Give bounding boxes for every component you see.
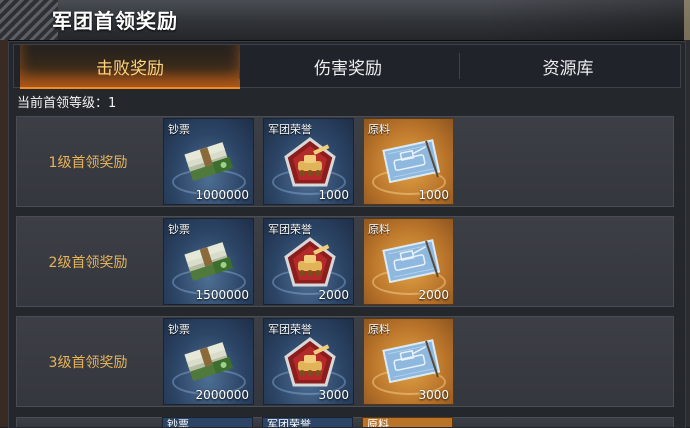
reward-item-honor[interactable]: 军团荣誉 3000	[263, 318, 354, 405]
tab-resource-vault[interactable]: 资源库	[458, 45, 678, 87]
legion-honor-emblem-icon	[284, 337, 336, 387]
reward-item-honor[interactable]: 军团荣誉 2000	[263, 218, 354, 305]
left-frame-edge	[0, 40, 8, 427]
reward-item-material[interactable]: 原料 3000	[363, 318, 454, 405]
item-quantity: 2000000	[195, 388, 249, 402]
cash-stack-icon	[184, 342, 234, 381]
item-quantity: 1000	[418, 188, 449, 202]
window-title: 军团首领奖励	[52, 9, 178, 33]
reward-item-money-partial[interactable]: 钞票	[162, 417, 253, 427]
current-boss-level: 当前首领等级：1	[17, 96, 117, 111]
reward-item-money[interactable]: 钞票 2000000	[163, 318, 254, 405]
item-name: 钞票	[168, 123, 190, 136]
item-quantity: 3000	[418, 388, 449, 402]
reward-row: 3级首领奖励 钞票 2000000 军团荣誉 3000 原料 3000	[16, 316, 674, 407]
reward-item-material[interactable]: 原料 2000	[363, 218, 454, 305]
row-label: 1级首领奖励	[48, 154, 128, 171]
item-name: 钞票	[168, 323, 190, 336]
item-quantity: 2000	[318, 288, 349, 302]
item-quantity: 3000	[318, 388, 349, 402]
item-name: 原料	[368, 123, 390, 136]
reward-item-money[interactable]: 钞票 1500000	[163, 218, 254, 305]
item-name: 原料	[367, 418, 389, 427]
reward-item-material-partial[interactable]: 原料	[362, 417, 453, 427]
legion-honor-emblem-icon	[284, 237, 336, 287]
title-edge-decoration	[684, 0, 690, 40]
cash-stack-icon	[184, 242, 234, 281]
blueprint-icon	[382, 339, 441, 383]
reward-row: 1级首领奖励 钞票 1000000 军团荣誉 1000 原料 1000	[16, 116, 674, 207]
cash-stack-icon	[184, 142, 234, 181]
reward-row: 2级首领奖励 钞票 1500000 军团荣誉 2000 原料 2000	[16, 216, 674, 307]
item-name: 原料	[368, 323, 390, 336]
item-name: 军团荣誉	[268, 223, 312, 236]
blueprint-icon	[382, 239, 441, 283]
item-name: 军团荣誉	[268, 123, 312, 136]
item-quantity: 1500000	[195, 288, 249, 302]
item-name: 军团荣誉	[267, 418, 311, 427]
row-label: 3级首领奖励	[48, 354, 128, 371]
item-quantity: 1000000	[195, 188, 249, 202]
row-label: 2级首领奖励	[48, 254, 128, 271]
item-quantity: 1000	[318, 188, 349, 202]
tab-bar: 击败奖励 伤害奖励 资源库	[13, 44, 681, 89]
reward-item-honor-partial[interactable]: 军团荣誉	[262, 417, 353, 427]
item-name: 原料	[368, 223, 390, 236]
legion-honor-emblem-icon	[284, 137, 336, 187]
item-quantity: 2000	[418, 288, 449, 302]
blueprint-icon	[382, 139, 441, 183]
item-name: 钞票	[167, 418, 189, 427]
item-name: 钞票	[168, 223, 190, 236]
reward-item-money[interactable]: 钞票 1000000	[163, 118, 254, 205]
tab-damage-rewards[interactable]: 伤害奖励	[238, 45, 458, 87]
tab-defeat-rewards[interactable]: 击败奖励	[20, 45, 240, 89]
reward-item-honor[interactable]: 军团荣誉 1000	[263, 118, 354, 205]
item-name: 军团荣誉	[268, 323, 312, 336]
reward-item-material[interactable]: 原料 1000	[363, 118, 454, 205]
title-bar: 军团首领奖励	[0, 0, 690, 41]
